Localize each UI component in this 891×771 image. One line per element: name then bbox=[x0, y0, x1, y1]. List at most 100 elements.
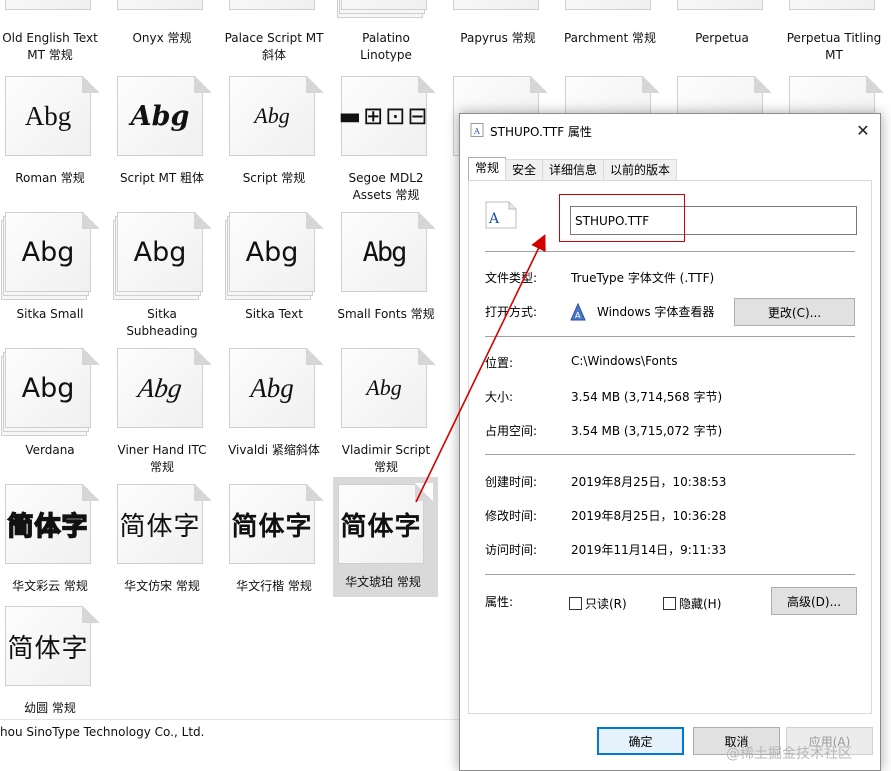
font-tile-small-fonts[interactable]: Abg Small Fonts 常规 bbox=[336, 211, 444, 340]
checkbox-box[interactable] bbox=[569, 597, 582, 610]
font-tile-youyuan[interactable]: 简体字 幼圆 常规 bbox=[0, 605, 108, 720]
font-tile-label: Viner Hand ITC 常规 bbox=[117, 443, 207, 474]
change-button[interactable]: 更改(C)... bbox=[734, 298, 855, 326]
font-file-icon: Abg bbox=[341, 211, 436, 300]
created-value: 2019年8月25日，10:38:53 bbox=[571, 475, 727, 489]
font-sample: 简体字 bbox=[7, 633, 89, 664]
tab-security[interactable]: 安全 bbox=[505, 159, 544, 181]
font-tile-sthupo-selected[interactable]: 简体字 华文琥珀 常规 bbox=[333, 477, 438, 597]
font-tile-label: Palatino Linotype bbox=[360, 31, 412, 62]
font-file-icon bbox=[565, 0, 659, 18]
size-label: 大小: bbox=[485, 390, 514, 404]
ok-button[interactable]: 确定 bbox=[597, 727, 684, 755]
hidden-checkbox-label: 隐藏(H) bbox=[679, 597, 722, 611]
font-tile-sitka-small[interactable]: Abg Sitka Small bbox=[0, 211, 108, 340]
filename-input[interactable] bbox=[570, 206, 857, 235]
font-tile-label: Verdana bbox=[25, 443, 75, 457]
disk-size-label: 占用空间: bbox=[485, 424, 538, 438]
font-tile-label: Parchment 常规 bbox=[563, 31, 657, 45]
font-sample: Abg bbox=[366, 375, 402, 400]
font-sample: 简体字 bbox=[119, 511, 201, 542]
hidden-checkbox[interactable]: 隐藏(H) bbox=[663, 595, 721, 612]
font-file-icon: Abg bbox=[117, 75, 212, 164]
open-with-value: Windows 字体查看器 bbox=[597, 305, 715, 319]
font-tile-sitka-text[interactable]: Abg Sitka Text bbox=[224, 211, 332, 340]
font-tile-vladimir-script[interactable]: Abg Vladimir Script 常规 bbox=[336, 347, 444, 476]
font-tile-label: 华文彩云 常规 bbox=[12, 579, 88, 593]
disk-size-value: 3.54 MB (3,715,072 字节) bbox=[571, 424, 723, 438]
font-sample: Abg bbox=[130, 100, 190, 132]
font-tile-label: Palace Script MT 斜体 bbox=[224, 31, 324, 62]
file-type-value: TrueType 字体文件 (.TTF) bbox=[571, 271, 715, 285]
font-sample: Abg bbox=[362, 236, 408, 268]
divider bbox=[485, 454, 855, 455]
font-tile-stcaiyun[interactable]: 简体字 华文彩云 常规 bbox=[0, 483, 108, 612]
readonly-checkbox[interactable]: 只读(R) bbox=[569, 595, 627, 612]
font-tile-label: Old English Text MT 常规 bbox=[2, 31, 98, 62]
svg-text:A: A bbox=[473, 127, 480, 136]
divider bbox=[485, 251, 855, 252]
font-file-icon: A bbox=[470, 123, 484, 137]
font-tile-label: Roman 常规 bbox=[15, 171, 85, 185]
font-sample: ▬⊞⊡⊟ bbox=[338, 102, 430, 130]
tab-details[interactable]: 详细信息 bbox=[542, 159, 605, 181]
font-tile-script[interactable]: Abg Script 常规 bbox=[224, 75, 332, 204]
font-tile-label: Perpetua Titling MT bbox=[786, 31, 882, 62]
font-tile-label: Script 常规 bbox=[242, 171, 306, 185]
font-file-icon bbox=[5, 0, 99, 18]
created-label: 创建时间: bbox=[485, 475, 538, 489]
font-viewer-icon: A bbox=[570, 303, 586, 321]
font-tile-label: 华文琥珀 常规 bbox=[345, 575, 421, 589]
font-copyright-text: hou SinoType Technology Co., Ltd. bbox=[0, 725, 205, 739]
dialog-titlebar[interactable]: A STHUPO.TTF 属性 ✕ bbox=[460, 114, 880, 146]
font-sample: 简体字 bbox=[231, 511, 313, 542]
font-tile-label: Sitka Subheading bbox=[126, 307, 198, 338]
font-tile-label: Papyrus 常规 bbox=[460, 31, 536, 45]
font-file-icon bbox=[677, 0, 771, 18]
font-tile-viner-hand[interactable]: Abg Viner Hand ITC 常规 bbox=[112, 347, 220, 476]
font-sample: Abg bbox=[245, 236, 299, 268]
font-file-icon: 简体字 bbox=[5, 605, 100, 694]
watermark-text: @稀土掘金技术社区 bbox=[726, 746, 852, 762]
font-tile-label: Segoe MDL2 Assets 常规 bbox=[348, 171, 424, 202]
font-tile-stxingkai[interactable]: 简体字 华文行楷 常规 bbox=[224, 483, 332, 612]
font-tile-label: Sitka Small bbox=[16, 307, 84, 321]
font-sample: Abg bbox=[133, 236, 187, 268]
checkbox-box[interactable] bbox=[663, 597, 676, 610]
font-file-large-icon: A bbox=[485, 201, 517, 229]
font-sample: Abg bbox=[21, 372, 75, 404]
font-file-icon bbox=[453, 0, 547, 18]
font-file-icon: 简体字 bbox=[5, 483, 100, 572]
font-file-icon: Abg bbox=[1, 211, 100, 300]
size-value: 3.54 MB (3,714,568 字节) bbox=[571, 390, 723, 404]
font-tile-label: Perpetua bbox=[695, 31, 749, 45]
font-tile-script-mt[interactable]: Abg Script MT 粗体 bbox=[112, 75, 220, 204]
font-tile-verdana[interactable]: Abg Verdana bbox=[0, 347, 108, 476]
close-button[interactable]: ✕ bbox=[846, 114, 880, 146]
file-type-label: 文件类型: bbox=[485, 271, 538, 285]
font-tile-label: Small Fonts 常规 bbox=[337, 307, 435, 321]
accessed-label: 访问时间: bbox=[485, 543, 538, 557]
font-sample: 简体字 bbox=[7, 511, 89, 543]
font-file-icon: 简体字 bbox=[229, 483, 324, 572]
font-file-icon: 简体字 bbox=[117, 483, 212, 572]
font-sample: Abg bbox=[24, 100, 72, 131]
location-value: C:\Windows\Fonts bbox=[571, 354, 678, 368]
font-tile-segoe-mdl2[interactable]: ▬⊞⊡⊟ Segoe MDL2 Assets 常规 bbox=[336, 75, 444, 204]
font-tile-sitka-subheading[interactable]: Abg Sitka Subheading bbox=[112, 211, 220, 340]
font-tile-roman[interactable]: Abg Roman 常规 bbox=[0, 75, 108, 204]
font-tile-stfangsong[interactable]: 简体字 华文仿宋 常规 bbox=[112, 483, 220, 612]
font-file-icon: ▬⊞⊡⊟ bbox=[338, 75, 436, 164]
attributes-label: 属性: bbox=[485, 595, 514, 609]
font-tile-vivaldi[interactable]: Abg Vivaldi 紧缩斜体 bbox=[224, 347, 332, 476]
font-file-icon: Abg bbox=[225, 211, 324, 300]
font-tile-label: Sitka Text bbox=[245, 307, 303, 321]
properties-dialog: A STHUPO.TTF 属性 ✕ 常规 安全 详细信息 以前的版本 A 文件类… bbox=[459, 113, 881, 771]
advanced-button[interactable]: 高级(D)... bbox=[771, 587, 857, 615]
details-pane-divider bbox=[0, 719, 460, 720]
font-file-icon: Abg bbox=[5, 75, 100, 164]
font-sample: Abg bbox=[21, 236, 75, 268]
tab-previous-versions[interactable]: 以前的版本 bbox=[603, 159, 678, 181]
tab-general[interactable]: 常规 bbox=[468, 157, 507, 181]
location-label: 位置: bbox=[485, 356, 514, 370]
